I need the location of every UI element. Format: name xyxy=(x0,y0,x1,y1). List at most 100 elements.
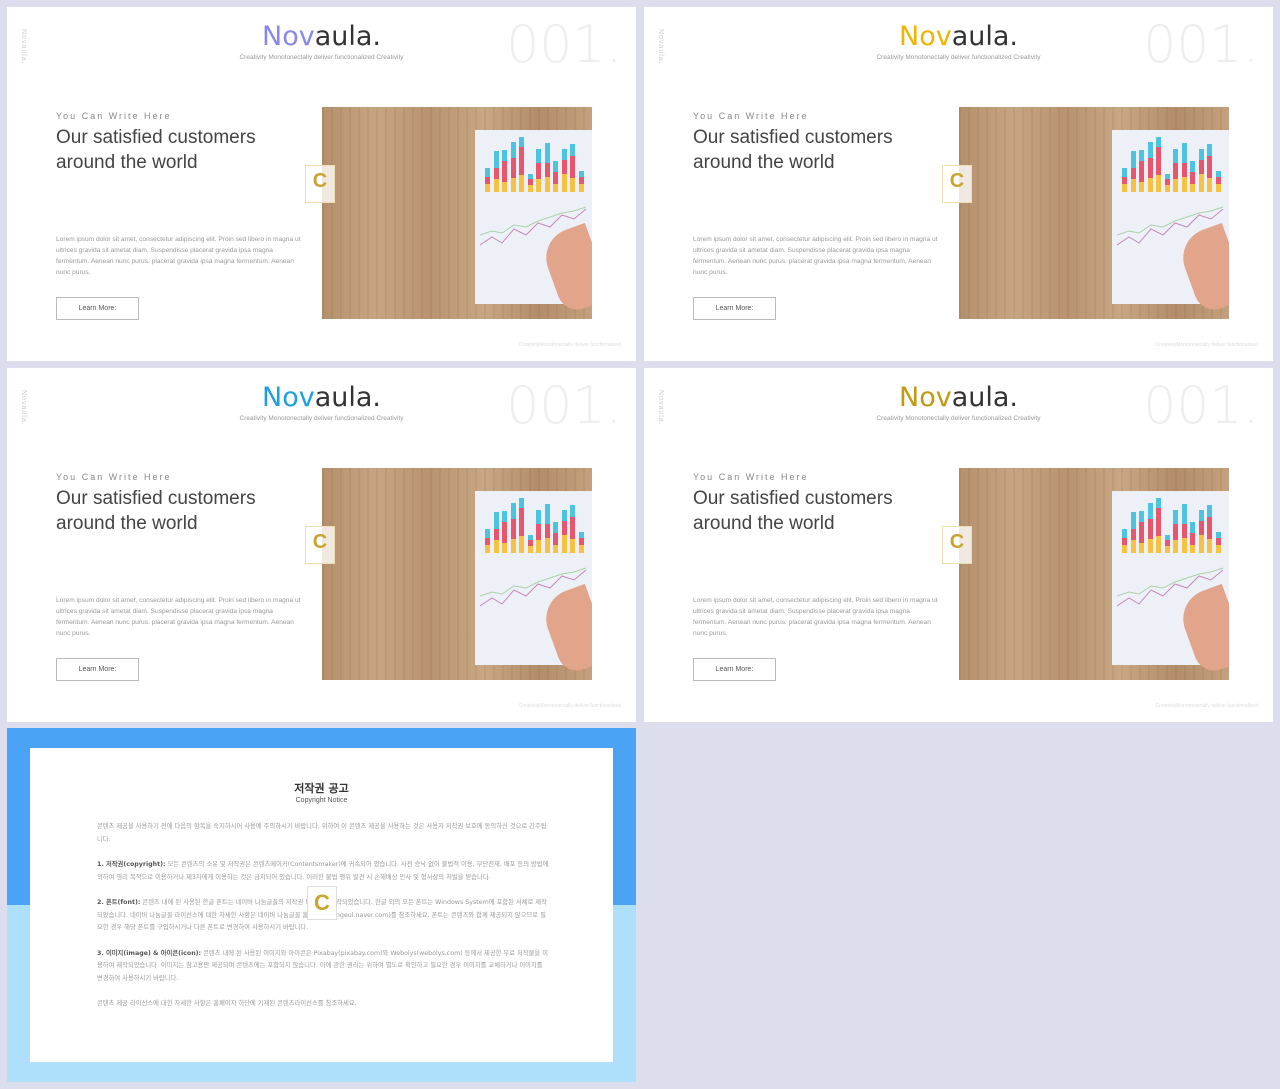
chart-bar xyxy=(1164,546,1170,553)
chart-bar xyxy=(1122,544,1127,553)
chart-bar xyxy=(485,537,490,545)
footer-text: CreativityMonotonectally deliver functio… xyxy=(1155,342,1258,348)
chart-bar xyxy=(561,159,567,174)
footer-text: CreativityMonotonectally deliver functio… xyxy=(518,703,621,709)
chart-bar xyxy=(1147,158,1153,178)
chart-bar xyxy=(493,529,499,541)
chart-bar xyxy=(1130,529,1136,541)
chart-bar xyxy=(510,158,516,178)
learn-more-button[interactable]: Learn More: xyxy=(56,297,139,320)
chart-bar xyxy=(561,148,567,160)
learn-more-button[interactable]: Learn More: xyxy=(56,658,139,681)
learn-more-button[interactable]: Learn More: xyxy=(693,297,776,320)
chart-bar xyxy=(1130,151,1136,169)
chart-bar xyxy=(1173,523,1178,541)
chart-bar xyxy=(1122,168,1127,177)
chart-bar xyxy=(561,173,567,192)
chart-bar xyxy=(1156,508,1161,537)
copyright-title: 저작권 공고 xyxy=(294,782,349,795)
body-text: Lorem ipsum dolor sit amet, consectetur … xyxy=(693,236,938,276)
chart-bar xyxy=(1198,534,1204,553)
chart-bar xyxy=(1215,171,1221,177)
logo-badge-icon: C xyxy=(942,165,972,203)
chart-bar xyxy=(578,544,584,553)
chart-bar xyxy=(570,505,575,517)
chart-bar xyxy=(493,512,499,530)
section-label: 1. 저작권(copyright): xyxy=(97,861,166,868)
slide-number: 001. xyxy=(506,15,622,75)
chart-bar xyxy=(519,147,524,176)
chart-bar xyxy=(578,171,584,177)
chart-bar xyxy=(1215,183,1221,192)
brand-rest: aula. xyxy=(314,382,381,413)
chart-bar xyxy=(502,511,507,523)
bar-chart xyxy=(1112,137,1229,192)
chart-bar xyxy=(1198,520,1204,535)
chart-bar xyxy=(502,161,507,183)
chart-bar xyxy=(502,182,507,192)
slide-number: 001. xyxy=(506,376,622,436)
chart-bar xyxy=(1207,539,1212,553)
bar-chart xyxy=(1112,498,1229,553)
brand-rest: aula. xyxy=(951,382,1018,413)
chart-bar xyxy=(570,539,575,553)
chart-bar xyxy=(485,529,490,538)
brand-rest: aula. xyxy=(314,21,381,52)
chart-bar xyxy=(1164,179,1170,185)
chart-bar xyxy=(1122,529,1127,538)
slide-2[interactable]: Novaula. Novaula. Creativity Monotonecta… xyxy=(644,7,1273,361)
chart-bar xyxy=(527,173,533,180)
brand-rest: aula. xyxy=(951,21,1018,52)
chart-bar xyxy=(519,536,524,553)
brand-accent: Nov xyxy=(899,382,952,413)
chart-bar xyxy=(1173,179,1178,192)
chart-bar xyxy=(485,176,490,184)
chart-bar xyxy=(527,540,533,546)
section-label: 2. 폰트(font): xyxy=(97,899,141,906)
chart-bar xyxy=(485,544,490,553)
chart-bar xyxy=(485,168,490,177)
chart-bar xyxy=(519,175,524,192)
chart-bar xyxy=(1190,533,1195,545)
chart-bar xyxy=(570,516,575,539)
chart-bar xyxy=(1190,161,1195,173)
chart-bar xyxy=(553,522,558,534)
learn-more-button[interactable]: Learn More: xyxy=(693,658,776,681)
photo-image xyxy=(322,107,592,319)
chart-bar xyxy=(544,504,550,524)
chart-bar xyxy=(1156,536,1161,553)
chart-bar xyxy=(1173,162,1178,180)
chart-bar xyxy=(1130,512,1136,530)
chart-bar xyxy=(1156,498,1161,509)
chart-bar xyxy=(1207,144,1212,156)
chart-bar xyxy=(561,520,567,535)
chart-bar xyxy=(493,168,499,180)
chart-bar xyxy=(510,178,516,192)
logo-badge-icon: C xyxy=(305,526,335,564)
chart-bar xyxy=(527,546,533,553)
chart-bar xyxy=(1173,509,1178,524)
chart-bar xyxy=(1147,539,1153,553)
chart-bar xyxy=(485,183,490,192)
chart-bar xyxy=(578,176,584,184)
chart-bar xyxy=(544,162,550,177)
chart-bar xyxy=(1190,544,1195,553)
chart-bar xyxy=(1122,183,1127,192)
copyright-outro: 콘텐츠 제공 라이선스에 대한 자세한 사항은 홈페이지 하단에 기재된 콘텐츠… xyxy=(97,1000,357,1007)
brand-accent: Nov xyxy=(899,21,952,52)
slide-4[interactable]: Novaula. Novaula. Creativity Monotonecta… xyxy=(644,368,1273,722)
chart-bar xyxy=(1181,162,1187,177)
slide-3[interactable]: Novaula. Novaula. Creativity Monotonecta… xyxy=(7,368,636,722)
copyright-section-3: 3. 이미지(image) & 아이콘(icon): 콘텐츠 내에 된 사용된 … xyxy=(97,948,549,986)
chart-bar xyxy=(553,533,558,545)
chart-bar xyxy=(1130,540,1136,553)
chart-bar xyxy=(553,172,558,184)
chart-bar xyxy=(536,540,541,553)
kicker: You Can Write Here xyxy=(693,111,809,121)
chart-bar xyxy=(1139,182,1144,192)
chart-bar xyxy=(1181,143,1187,163)
chart-bar xyxy=(1156,147,1161,176)
slide-1[interactable]: Novaula. Novaula. Creativity Monotonecta… xyxy=(7,7,636,361)
chart-bar xyxy=(1198,159,1204,174)
chart-bar xyxy=(1207,178,1212,192)
